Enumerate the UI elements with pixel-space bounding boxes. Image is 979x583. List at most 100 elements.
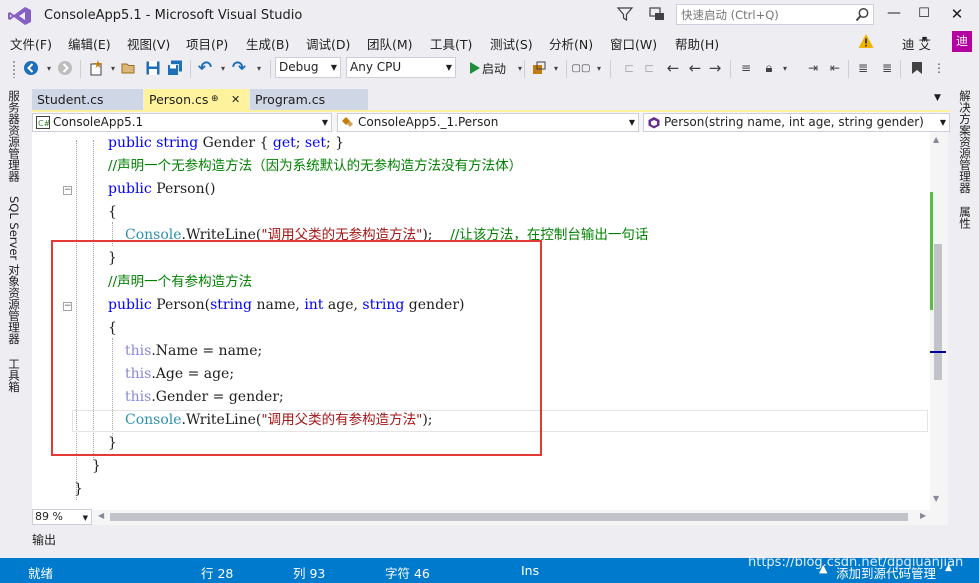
pin-icon[interactable]: ⊕: [211, 89, 219, 110]
redo-dropdown-icon[interactable]: ▾: [250, 59, 268, 77]
browser-link-dropdown-icon[interactable]: ▾: [547, 59, 565, 77]
menu-window[interactable]: 窗口(W): [610, 34, 657, 53]
menu-file[interactable]: 文件(F): [10, 34, 52, 53]
open-icon[interactable]: [120, 59, 138, 77]
zoom-select[interactable]: 89 % ▼: [32, 509, 92, 525]
class-dropdown[interactable]: ConsoleApp5._1.Person ▼: [337, 113, 639, 132]
configuration-value: Debug: [279, 60, 319, 74]
tab-solution-explorer[interactable]: 解决方案资源管理器: [957, 90, 973, 194]
scroll-right-icon[interactable]: ▶: [920, 511, 926, 520]
maximize-button[interactable]: ☐: [909, 2, 939, 28]
status-char: 字符 46: [385, 566, 430, 581]
quick-launch-input[interactable]: [677, 5, 847, 24]
comment-icon[interactable]: ≣: [854, 59, 872, 77]
scroll-left-icon[interactable]: ◀: [98, 511, 104, 520]
toolbar-separator: [190, 60, 191, 78]
csharp-project-icon: C#: [36, 116, 50, 129]
avatar[interactable]: 迪: [952, 31, 972, 52]
platform-value: Any CPU: [350, 60, 402, 74]
toolbar-separator: [566, 60, 567, 78]
tab-sql-object-explorer[interactable]: SQL Server 对象资源管理器: [6, 196, 22, 344]
menu-analyze[interactable]: 分析(N): [549, 34, 593, 53]
tab-student-cs[interactable]: Student.cs: [32, 89, 143, 110]
bookmark-prev-icon: ⊏: [623, 61, 635, 75]
close-window-button[interactable]: ✕: [942, 2, 972, 28]
forward-icon[interactable]: [56, 59, 74, 77]
collapse-toggle[interactable]: −: [63, 186, 72, 195]
format-icon[interactable]: ≡: [737, 59, 755, 77]
save-icon[interactable]: [144, 59, 162, 77]
menu-team[interactable]: 团队(M): [367, 34, 413, 53]
nav-forward-icon[interactable]: ←: [686, 59, 704, 77]
tab-person-cs[interactable]: Person.cs ⊕ ✕: [144, 89, 249, 110]
member-dropdown[interactable]: Person(string name, int age, string gend…: [643, 113, 950, 132]
step-dropdown-icon[interactable]: ▾: [590, 59, 608, 77]
menu-test[interactable]: 测试(S): [490, 34, 533, 53]
toolbar-separator: [848, 60, 849, 78]
tab-program-cs[interactable]: Program.cs: [250, 89, 368, 110]
minimize-button[interactable]: —: [879, 2, 909, 28]
code-line: }: [74, 481, 83, 497]
tab-output[interactable]: 输出: [32, 531, 56, 548]
menu-view[interactable]: 视图(V): [127, 34, 170, 53]
status-column: 列 93: [293, 566, 326, 581]
back-icon[interactable]: [22, 59, 40, 77]
scroll-up-icon[interactable]: ▲: [933, 135, 939, 144]
browser-link-icon[interactable]: [530, 59, 548, 77]
step-icon[interactable]: ▢▢: [572, 59, 591, 77]
toolbar-separator: [80, 60, 81, 78]
svg-text:C#: C#: [38, 119, 50, 128]
lock-dropdown-icon[interactable]: ▾: [776, 59, 794, 77]
toolbar-separator: [730, 60, 731, 78]
horizontal-scroll-thumb[interactable]: [110, 513, 908, 521]
undo-icon[interactable]: ↶: [196, 58, 214, 78]
close-icon[interactable]: ✕: [231, 89, 240, 110]
outdent-icon[interactable]: ⇤: [826, 59, 844, 77]
menu-tools[interactable]: 工具(T): [430, 34, 472, 53]
new-project-icon[interactable]: [87, 59, 105, 77]
class-value: ConsoleApp5._1.Person: [358, 115, 499, 129]
platform-select[interactable]: Any CPU ▼: [346, 57, 456, 78]
method-icon: [648, 117, 660, 129]
configuration-select[interactable]: Debug ▼: [275, 57, 341, 78]
chevron-down-icon: ▼: [321, 118, 328, 127]
code-line: public Person(): [108, 181, 216, 197]
toolbar-options-icon[interactable]: ⋮: [930, 59, 948, 77]
quick-launch-box[interactable]: [676, 4, 874, 25]
uncomment-icon[interactable]: ≣: [878, 59, 896, 77]
nav-back-icon[interactable]: ←: [664, 59, 682, 77]
project-dropdown[interactable]: C# ConsoleApp5.1 ▼: [32, 113, 332, 132]
menu-debug[interactable]: 调试(D): [306, 34, 350, 53]
scroll-down-icon[interactable]: ▼: [933, 494, 939, 503]
chevron-down-icon: ▼: [445, 63, 452, 72]
document-tab-strip: Student.cs Person.cs ⊕ ✕ Program.cs: [32, 89, 950, 111]
tab-server-explorer[interactable]: 服务器资源管理器: [6, 90, 22, 182]
redo-icon[interactable]: ↷: [230, 58, 248, 78]
watermark: https://blog.csdn.net/dpqiuanjian: [748, 555, 964, 570]
chevron-down-icon[interactable]: ▾: [922, 34, 927, 45]
vs-logo-icon: [8, 7, 31, 25]
toolbar-grip[interactable]: [12, 60, 16, 78]
search-icon[interactable]: [855, 7, 870, 22]
chevron-down-icon: ▼: [330, 63, 337, 72]
tab-properties[interactable]: 属性: [957, 206, 973, 229]
status-line: 行 28: [201, 566, 234, 581]
bookmark-icon[interactable]: [908, 59, 926, 77]
filter-icon[interactable]: [616, 5, 634, 23]
vertical-scroll-thumb[interactable]: [934, 244, 942, 380]
class-icon: [342, 117, 353, 127]
tab-toolbox[interactable]: 工具箱: [6, 358, 22, 393]
tab-overflow-icon[interactable]: ▼: [934, 93, 941, 103]
menu-help[interactable]: 帮助(H): [675, 34, 719, 53]
right-tool-rail: 解决方案资源管理器 属性: [951, 86, 979, 552]
menu-build[interactable]: 生成(B): [246, 34, 289, 53]
menu-edit[interactable]: 编辑(E): [68, 34, 111, 53]
nav-next-icon[interactable]: →: [706, 59, 724, 77]
save-all-icon[interactable]: [166, 59, 184, 77]
indent-icon[interactable]: ⇥: [804, 59, 822, 77]
navigation-bar: C# ConsoleApp5.1 ▼ ConsoleApp5._1.Person…: [32, 112, 950, 132]
warning-icon[interactable]: [858, 33, 874, 49]
menu-project[interactable]: 项目(P): [186, 34, 228, 53]
toolbar-separator: [270, 60, 271, 78]
feedback-icon[interactable]: [648, 5, 666, 23]
